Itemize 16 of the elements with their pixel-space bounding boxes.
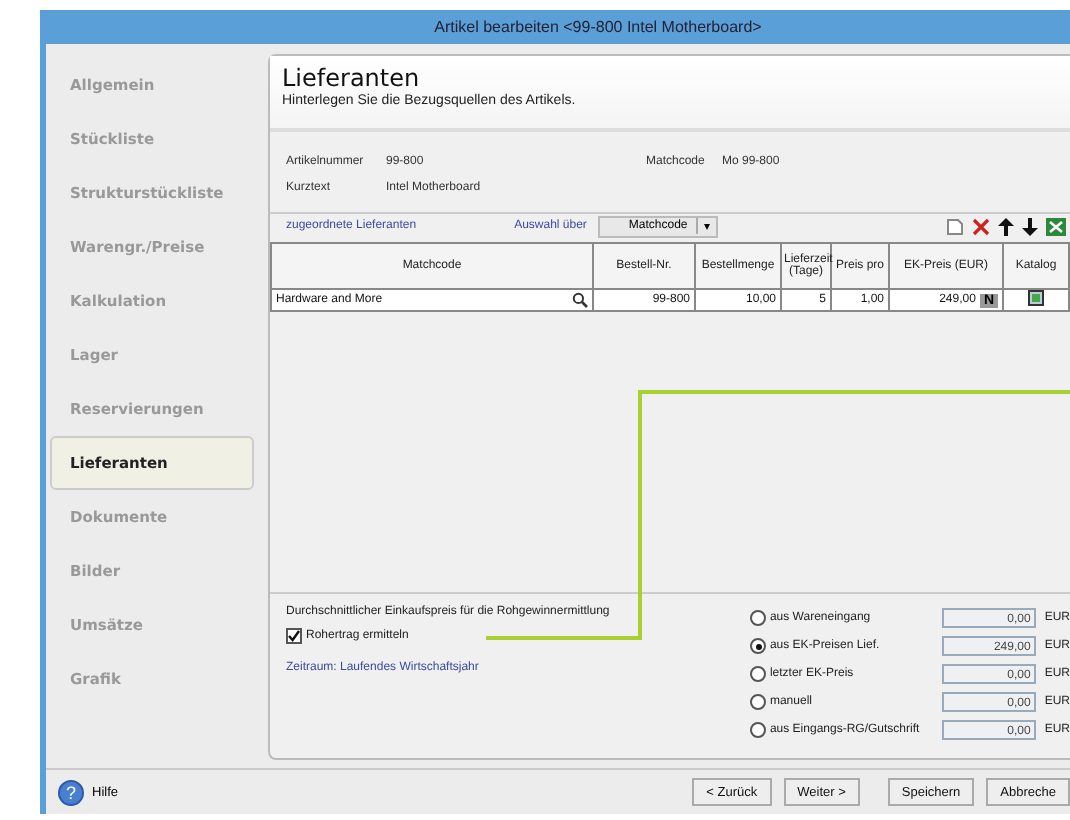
radio-button[interactable]	[750, 722, 766, 738]
arrow-up-icon[interactable]	[998, 217, 1014, 235]
delete-icon[interactable]	[972, 217, 990, 235]
radio-button[interactable]	[750, 666, 766, 682]
window-title: Artikel bearbeiten <99-800 Intel Motherboard>	[434, 18, 762, 36]
search-icon[interactable]	[572, 292, 588, 308]
radio-button[interactable]	[750, 694, 766, 710]
spreadsheet-icon[interactable]	[1046, 217, 1066, 235]
page-title: Lieferanten	[282, 64, 422, 92]
help-icon[interactable]: ?	[58, 779, 84, 805]
arrow-down-icon[interactable]	[1022, 217, 1038, 235]
catalog-icon[interactable]	[1028, 290, 1044, 306]
checkbox[interactable]	[286, 628, 302, 644]
new-document-icon[interactable]	[946, 217, 964, 235]
radio-button[interactable]	[750, 610, 766, 626]
radio-button[interactable]	[750, 638, 766, 654]
